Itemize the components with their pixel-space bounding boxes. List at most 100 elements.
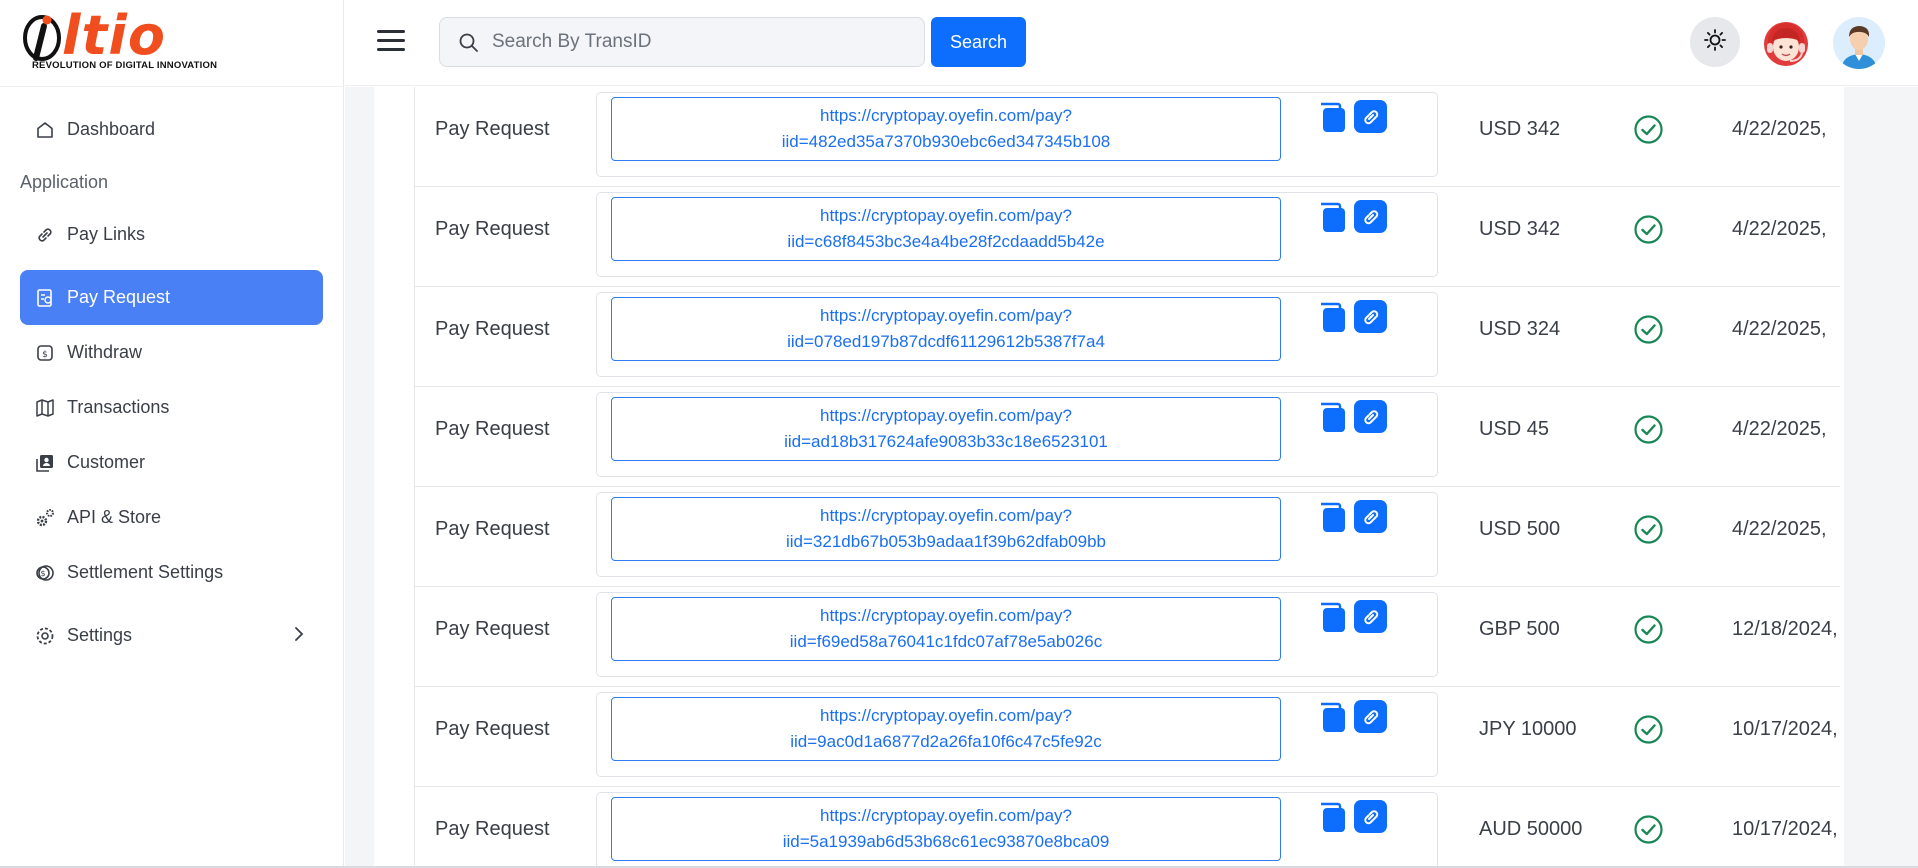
copy-icon[interactable] (1316, 701, 1348, 733)
payment-link-line: iid=f69ed58a76041c1fdc07af78e5ab026c (789, 632, 1103, 651)
sidebar-nav: Dashboard Application Pay Links Pay Requ… (20, 102, 323, 663)
open-link-icon[interactable] (1354, 200, 1387, 233)
menu-toggle-icon[interactable] (377, 30, 405, 54)
sidebar-item-label: API & Store (67, 507, 162, 527)
amount: AUD 50000 (1479, 818, 1583, 840)
payment-link[interactable]: https://cryptopay.oyefin.com/pay? iid=5a… (611, 797, 1281, 861)
search-input[interactable] (492, 18, 912, 66)
amount: USD 500 (1479, 518, 1561, 540)
payment-link-line: https://cryptopay.oyefin.com/pay? (820, 306, 1072, 325)
open-link-icon[interactable] (1354, 500, 1387, 533)
copy-icon[interactable] (1316, 601, 1348, 633)
open-link-icon[interactable] (1354, 400, 1387, 433)
user-avatar[interactable] (1833, 17, 1885, 69)
sidebar-item-label: Settlement Settings (67, 562, 224, 582)
payment-link[interactable]: https://cryptopay.oyefin.com/pay? iid=9a… (611, 697, 1281, 761)
payment-link-line: iid=5a1939ab6d53b68c61ec93870e8bca09 (782, 832, 1110, 851)
search-icon (458, 32, 480, 59)
sidebar-item-pay-links[interactable]: Pay Links (20, 207, 323, 262)
date: 4/22/2025, (1732, 218, 1827, 240)
copy-icon[interactable] (1316, 101, 1348, 133)
check-circle-icon (1633, 314, 1664, 345)
date: 4/22/2025, (1732, 318, 1827, 340)
sidebar-item-withdraw[interactable]: $ Withdraw (20, 325, 323, 380)
request-type: Pay Request (435, 218, 550, 240)
sidebar-item-settlement-settings[interactable]: $ Settlement Settings (20, 545, 323, 600)
payment-link[interactable]: https://cryptopay.oyefin.com/pay? iid=07… (611, 297, 1281, 361)
payment-link-line: iid=321db67b053b9adaa1f39b62dfab09bb (785, 532, 1107, 551)
gears-icon (34, 507, 56, 529)
table-row: Pay Request https://cryptopay.oyefin.com… (415, 87, 1840, 187)
search-button[interactable]: Search (931, 17, 1026, 67)
open-link-icon[interactable] (1354, 100, 1387, 133)
payment-link[interactable]: https://cryptopay.oyefin.com/pay? iid=ad… (611, 397, 1281, 461)
svg-text:$: $ (40, 569, 45, 578)
payment-link[interactable]: https://cryptopay.oyefin.com/pay? iid=48… (611, 97, 1281, 161)
table-row: Pay Request https://cryptopay.oyefin.com… (415, 287, 1840, 387)
invoice-icon (34, 287, 56, 309)
open-link-icon[interactable] (1354, 800, 1387, 833)
payment-link-line: iid=ad18b317624afe9083b33c18e6523101 (784, 432, 1108, 451)
table-row: Pay Request https://cryptopay.oyefin.com… (415, 387, 1840, 487)
sidebar-item-settings[interactable]: Settings (20, 608, 323, 663)
copy-icon[interactable] (1316, 501, 1348, 533)
payment-link[interactable]: https://cryptopay.oyefin.com/pay? iid=f6… (611, 597, 1281, 661)
copy-icon[interactable] (1316, 301, 1348, 333)
payment-link-line: iid=482ed35a7370b930ebc6ed347345b108 (781, 132, 1111, 151)
search-box (439, 17, 925, 67)
date: 12/18/2024, (1732, 618, 1838, 640)
sun-icon (1703, 28, 1727, 57)
sidebar-item-label: Customer (67, 452, 146, 472)
sidebar-item-customer[interactable]: Customer (20, 435, 323, 490)
sidebar-item-label: Settings (67, 625, 133, 645)
request-type: Pay Request (435, 118, 550, 140)
payment-link-line: https://cryptopay.oyefin.com/pay? (820, 806, 1072, 825)
sidebar-item-label: Pay Request (67, 287, 171, 307)
check-circle-icon (1633, 514, 1664, 545)
svg-text:$: $ (42, 350, 48, 360)
amount: USD 324 (1479, 318, 1561, 340)
logo-tagline: REVOLUTION OF DIGITAL INNOVATION (32, 60, 218, 71)
sidebar-item-label: Withdraw (67, 342, 143, 362)
date: 4/22/2025, (1732, 118, 1827, 140)
sidebar-item-transactions[interactable]: Transactions (20, 380, 323, 435)
sidebar-item-dashboard[interactable]: Dashboard (20, 102, 323, 157)
payment-link[interactable]: https://cryptopay.oyefin.com/pay? iid=32… (611, 497, 1281, 561)
link-icon (34, 224, 56, 246)
coins-icon: $ (34, 562, 56, 584)
table-row: Pay Request https://cryptopay.oyefin.com… (415, 787, 1840, 868)
topbar: Search (345, 0, 1918, 86)
amount: USD 342 (1479, 218, 1561, 240)
check-circle-icon (1633, 414, 1664, 445)
open-link-icon[interactable] (1354, 300, 1387, 333)
request-type: Pay Request (435, 618, 550, 640)
copy-icon[interactable] (1316, 801, 1348, 833)
vertical-scrollbar[interactable] (1906, 87, 1918, 868)
sidebar-item-pay-request[interactable]: Pay Request (20, 270, 323, 325)
support-agent-icon[interactable] (1760, 17, 1812, 69)
date: 10/17/2024, (1732, 718, 1838, 740)
payment-link-line: iid=078ed197b87dcdf61129612b5387f7a4 (787, 332, 1105, 351)
theme-toggle-button[interactable] (1690, 17, 1740, 67)
open-link-icon[interactable] (1354, 700, 1387, 733)
amount: GBP 500 (1479, 618, 1560, 640)
payment-link-line: https://cryptopay.oyefin.com/pay? (820, 406, 1072, 425)
amount: USD 45 (1479, 418, 1550, 440)
payment-link-line: https://cryptopay.oyefin.com/pay? (820, 206, 1072, 225)
copy-icon[interactable] (1316, 401, 1348, 433)
request-type: Pay Request (435, 418, 550, 440)
payment-link-line: iid=9ac0d1a6877d2a26fa10f6c47c5fe92c (790, 732, 1102, 751)
payment-link[interactable]: https://cryptopay.oyefin.com/pay? iid=c6… (611, 197, 1281, 261)
amount: USD 342 (1479, 118, 1561, 140)
check-circle-icon (1633, 114, 1664, 145)
sidebar-item-api-store[interactable]: API & Store (20, 490, 323, 545)
open-link-icon[interactable] (1354, 600, 1387, 633)
contacts-icon (34, 452, 56, 474)
sidebar: iltioltio REVOLUTION OF DIGITAL INNOVATI… (0, 0, 344, 868)
chevron-right-icon (293, 625, 305, 648)
brand-logo[interactable]: iltioltio REVOLUTION OF DIGITAL INNOVATI… (20, 8, 220, 74)
request-type: Pay Request (435, 818, 550, 840)
request-type: Pay Request (435, 318, 550, 340)
copy-icon[interactable] (1316, 201, 1348, 233)
date: 10/17/2024, (1732, 818, 1838, 840)
